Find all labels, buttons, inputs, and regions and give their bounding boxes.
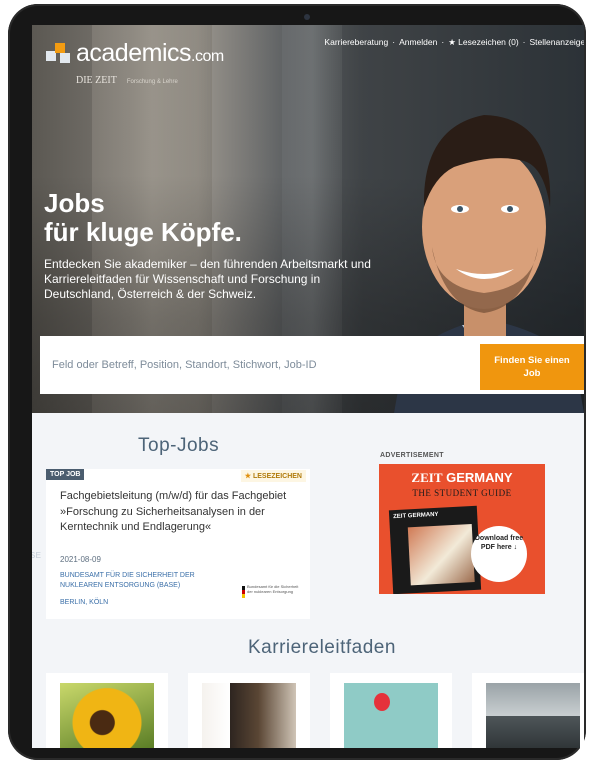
article-thumbnail (60, 683, 154, 748)
advertisement-label: ADVERTISEMENT (380, 452, 444, 459)
bookmark-button[interactable]: ★ LESEZEICHEN (240, 470, 306, 482)
tablet-frame: academics.com DIE ZEIT Forschung & Lehre … (8, 4, 586, 760)
logo-partner: DIE ZEIT (76, 75, 117, 86)
career-article-card[interactable] (188, 673, 310, 748)
nav-separator: · (441, 37, 445, 47)
logo-text: academics (76, 39, 192, 67)
camera-dot (304, 14, 310, 20)
advertisement-banner[interactable]: ZEIT GERMANY THE STUDENT GUIDE ZEIT GERM… (379, 464, 545, 594)
nav-separator: · (392, 37, 396, 47)
search-bar: Finden Sie einen Job (40, 336, 584, 394)
career-article-card[interactable] (46, 673, 168, 748)
logo-tld: .com (191, 48, 224, 65)
top-navigation: Karriereberatung · Anmelden · ★ Lesezeichen … (320, 37, 584, 48)
bookmark-label: LESEZEICHEN (252, 473, 302, 480)
article-thumbnail (344, 683, 438, 748)
article-thumbnail (486, 683, 580, 748)
balloon-icon (374, 693, 390, 711)
ad-headline: ZEIT GERMANY (411, 470, 513, 485)
nav-stellenanzeigen[interactable]: Stellenanzeigen (530, 37, 585, 47)
nav-lesezeichen[interactable]: ★ Lesezeichen (0) (448, 37, 518, 47)
job-date: 2021-08-09 (60, 555, 101, 564)
ad-subheadline: THE STUDENT GUIDE (412, 488, 512, 498)
ad-book-cover: ZEIT GERMANY (388, 505, 482, 594)
career-article-card[interactable] (330, 673, 452, 748)
faded-label: ESE (32, 551, 42, 560)
search-button[interactable]: Finden Sie einen Job (480, 344, 584, 390)
job-title[interactable]: Fachgebietsleitung (m/w/d) für das Fachg… (60, 489, 300, 536)
career-article-card[interactable] (472, 673, 584, 748)
ad-book-photo (407, 524, 475, 586)
nav-anmelden[interactable]: Anmelden (399, 37, 437, 47)
ad-book-title: ZEIT GERMANY (393, 511, 439, 521)
organization-logo: Bundesamt für die Sicherheit der nuklear… (242, 584, 302, 601)
star-icon: ★ (244, 473, 252, 480)
job-organization[interactable]: BUNDESAMT FÜR DIE SICHERHEIT DER NUKLEAR… (60, 571, 220, 591)
logo-mark-icon (46, 43, 72, 65)
article-thumbnail (202, 683, 296, 748)
hero-headline-line2: für kluge Köpfe. (44, 217, 242, 247)
career-guide-title: Karriereleitfaden (248, 637, 396, 658)
screen: academics.com DIE ZEIT Forschung & Lehre … (32, 25, 584, 748)
nav-separator: · (522, 37, 526, 47)
logo-partner-tag: Forschung & Lehre (126, 79, 178, 85)
hero-subline: Entdecken Sie akademiker – den führenden… (44, 257, 371, 301)
hero-headline: Jobs für kluge Köpfe. (44, 189, 344, 247)
job-card[interactable]: TOP JOB ★ LESEZEICHEN Fachgebietsleitung… (46, 469, 310, 619)
search-input[interactable] (50, 353, 474, 377)
nav-karriereberatung[interactable]: Karriereberatung (324, 37, 388, 47)
hero-headline-line1: Jobs (44, 188, 105, 218)
top-job-badge: TOP JOB (46, 469, 85, 480)
job-location: BERLIN, KÖLN (60, 599, 109, 606)
organization-logo-text: Bundesamt für die Sicherheit der nuklear… (247, 584, 299, 594)
ad-download-badge[interactable]: Download free PDF here ↓ (471, 526, 527, 582)
federal-flag-icon (242, 586, 245, 598)
top-jobs-title: Top-Jobs (138, 435, 220, 456)
